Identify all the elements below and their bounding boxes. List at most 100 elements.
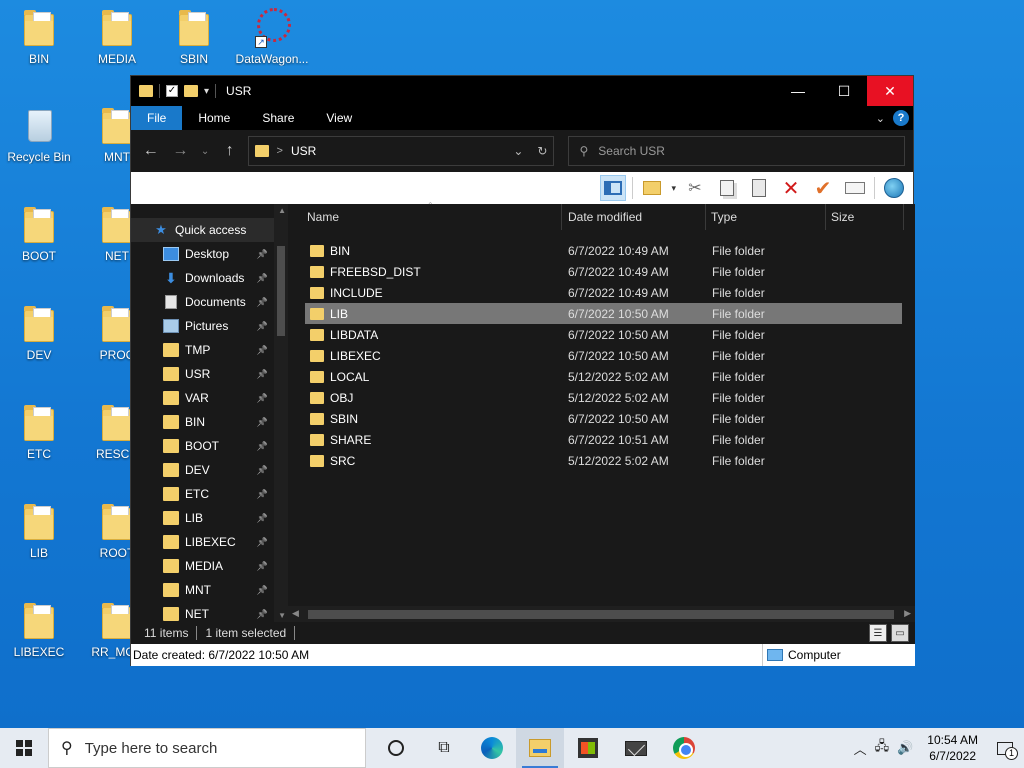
refresh-icon[interactable]: ↻ — [537, 144, 547, 158]
scroll-down-icon[interactable]: ▼ — [278, 611, 286, 620]
rename-button[interactable] — [842, 175, 868, 201]
up-button[interactable]: ↑ — [218, 139, 242, 163]
file-row-bin[interactable]: BIN 6/7/2022 10:49 AM File folder — [305, 240, 902, 261]
desktop-icon-sbin[interactable]: SBIN — [155, 8, 233, 66]
taskbar-mail[interactable] — [612, 728, 660, 768]
address-bar[interactable]: > USR ⌄ ↻ — [247, 136, 555, 166]
desktop-icon-boot[interactable]: BOOT — [0, 205, 78, 263]
navigation-pane[interactable]: ★ Quick access Desktop 📌 ⬇ Downloads 📌 Docume… — [131, 204, 288, 622]
horizontal-scrollbar[interactable]: ◀ ▶ — [288, 606, 915, 622]
minimize-button[interactable]: — — [775, 76, 821, 106]
tab-file[interactable]: File — [131, 106, 183, 130]
desktop-icon-datawagon-[interactable]: ↗ DataWagon... — [233, 8, 311, 66]
nav-item-bin[interactable]: BIN 📌 — [131, 410, 274, 434]
column-type[interactable]: Type — [706, 204, 826, 230]
desktop-icon-lib[interactable]: LIB — [0, 502, 78, 560]
cut-button[interactable]: ✂ — [682, 175, 708, 201]
file-row-sbin[interactable]: SBIN 6/7/2022 10:50 AM File folder — [305, 408, 902, 429]
nav-item-mnt[interactable]: MNT 📌 — [131, 578, 274, 602]
start-button[interactable] — [0, 728, 48, 768]
task-view-button[interactable]: ⧉ — [420, 728, 468, 768]
nav-item-pictures[interactable]: Pictures 📌 — [131, 314, 274, 338]
column-name[interactable]: Name — [288, 204, 562, 230]
new-folder-button[interactable] — [639, 175, 665, 201]
show-hidden-icons-chevron-icon[interactable]: ︿ — [854, 739, 867, 758]
column-size[interactable]: Size — [826, 204, 904, 230]
paste-button[interactable] — [746, 175, 772, 201]
title-bar[interactable]: ✓ ▾ USR — ☐ ✕ — [131, 76, 913, 106]
tab-share[interactable]: Share — [246, 106, 310, 130]
nav-scroll-thumb[interactable] — [277, 246, 285, 336]
nav-item-documents[interactable]: Documents 📌 — [131, 290, 274, 314]
desktop-icon-libexec[interactable]: LIBEXEC — [0, 601, 78, 659]
horizontal-scroll-thumb[interactable] — [308, 610, 894, 619]
delete-button[interactable]: ✕ — [778, 175, 804, 201]
forward-button[interactable]: → — [169, 139, 193, 163]
file-row-libexec[interactable]: LIBEXEC 6/7/2022 10:50 AM File folder — [305, 345, 902, 366]
desktop-icon-media[interactable]: MEDIA — [78, 8, 156, 66]
preview-pane-button[interactable] — [600, 175, 627, 201]
search-box[interactable]: ⚲ — [568, 136, 906, 166]
taskbar-edge[interactable] — [468, 728, 516, 768]
network-button[interactable] — [881, 175, 907, 201]
desktop-icon-etc[interactable]: ETC — [0, 403, 78, 461]
back-button[interactable]: ← — [139, 139, 163, 163]
nav-item-net[interactable]: NET 📌 — [131, 602, 274, 622]
taskbar-search[interactable]: ⚲ Type here to search — [48, 728, 366, 768]
nav-item-boot[interactable]: BOOT 📌 — [131, 434, 274, 458]
file-row-include[interactable]: INCLUDE 6/7/2022 10:49 AM File folder — [305, 282, 902, 303]
scroll-left-icon[interactable]: ◀ — [292, 608, 299, 619]
search-input[interactable] — [598, 144, 889, 158]
nav-item-dev[interactable]: DEV 📌 — [131, 458, 274, 482]
file-row-share[interactable]: SHARE 6/7/2022 10:51 AM File folder — [305, 429, 902, 450]
action-center-button[interactable]: 1 — [992, 735, 1018, 761]
file-explorer-window[interactable]: ✓ ▾ USR — ☐ ✕ File Home Share View ⌄ ? ←… — [130, 75, 915, 666]
close-button[interactable]: ✕ — [867, 76, 913, 106]
network-icon[interactable]: 🖧 — [875, 737, 890, 759]
file-row-libdata[interactable]: LIBDATA 6/7/2022 10:50 AM File folder — [305, 324, 902, 345]
nav-quick-access[interactable]: ★ Quick access — [131, 218, 274, 242]
nav-item-media[interactable]: MEDIA 📌 — [131, 554, 274, 578]
nav-item-desktop[interactable]: Desktop 📌 — [131, 242, 274, 266]
tab-home[interactable]: Home — [182, 106, 246, 130]
scroll-right-icon[interactable]: ▶ — [904, 608, 911, 619]
volume-icon[interactable]: 🔊 — [897, 740, 913, 756]
breadcrumb-separator[interactable]: > — [277, 145, 283, 157]
scroll-up-icon[interactable]: ▲ — [278, 206, 286, 215]
details-view-button[interactable]: ☰ — [869, 624, 887, 642]
customize-toolbar-dropdown[interactable]: ▾ — [204, 86, 209, 97]
breadcrumb-usr[interactable]: USR — [291, 144, 316, 158]
desktop-icon-bin[interactable]: BIN — [0, 8, 78, 66]
maximize-button[interactable]: ☐ — [821, 76, 867, 106]
cortana-button[interactable] — [372, 728, 420, 768]
nav-item-tmp[interactable]: TMP 📌 — [131, 338, 274, 362]
column-date-modified[interactable]: Date modified — [562, 204, 706, 230]
file-list-pane[interactable]: ⌃ Name Date modified Type Size BIN 6/7/20… — [288, 201, 915, 622]
desktop-icon-dev[interactable]: DEV — [0, 304, 78, 362]
clock[interactable]: 10:54 AM 6/7/2022 — [921, 732, 984, 764]
taskbar-file-explorer[interactable] — [516, 728, 564, 768]
tab-view[interactable]: View — [310, 106, 368, 130]
nav-item-downloads[interactable]: ⬇ Downloads 📌 — [131, 266, 274, 290]
check-button[interactable]: ✔ — [810, 175, 836, 201]
file-row-lib[interactable]: LIB 6/7/2022 10:50 AM File folder — [305, 303, 902, 324]
new-folder-icon[interactable] — [184, 85, 198, 97]
nav-item-var[interactable]: VAR 📌 — [131, 386, 274, 410]
new-folder-dropdown-icon[interactable]: ▾ — [671, 183, 676, 194]
taskbar-store[interactable] — [564, 728, 612, 768]
nav-scrollbar[interactable]: ▲ ▼ — [274, 204, 288, 622]
copy-button[interactable] — [714, 175, 740, 201]
taskbar-chrome[interactable] — [660, 728, 708, 768]
properties-icon[interactable]: ✓ — [166, 85, 178, 97]
large-icons-view-button[interactable]: ▭ — [891, 624, 909, 642]
file-row-freebsd-dist[interactable]: FREEBSD_DIST 6/7/2022 10:49 AM File folder — [305, 261, 902, 282]
expand-ribbon-chevron-icon[interactable]: ⌄ — [876, 112, 885, 125]
address-history-chevron-icon[interactable]: ⌄ — [513, 144, 523, 158]
file-row-local[interactable]: LOCAL 5/12/2022 5:02 AM File folder — [305, 366, 902, 387]
nav-item-libexec[interactable]: LIBEXEC 📌 — [131, 530, 274, 554]
nav-item-etc[interactable]: ETC 📌 — [131, 482, 274, 506]
desktop-icon-recycle-bin[interactable]: Recycle Bin — [0, 106, 78, 164]
nav-item-usr[interactable]: USR 📌 — [131, 362, 274, 386]
file-row-obj[interactable]: OBJ 5/12/2022 5:02 AM File folder — [305, 387, 902, 408]
file-row-src[interactable]: SRC 5/12/2022 5:02 AM File folder — [305, 450, 902, 471]
